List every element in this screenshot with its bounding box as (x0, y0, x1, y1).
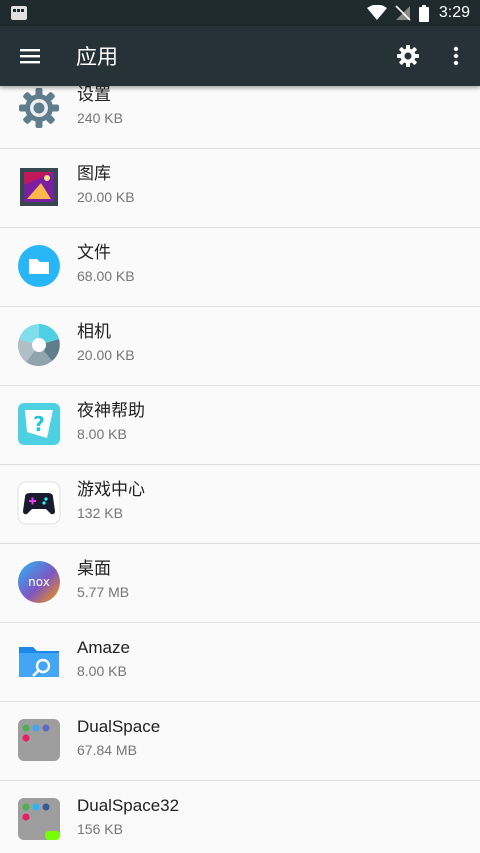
app-name: 文件 (77, 243, 111, 262)
nox-launcher-icon: nox (18, 561, 60, 603)
app-row-files[interactable]: 文件 68.00 KB (0, 228, 480, 307)
settings-button[interactable] (384, 26, 432, 86)
files-folder-icon (18, 245, 60, 287)
page-title: 应用 (76, 46, 118, 69)
gear-icon (397, 45, 419, 67)
camera-aperture-icon (17, 324, 60, 367)
more-vert-icon (453, 46, 459, 66)
app-row-dualspace32[interactable]: DualSpace32 156 KB (0, 781, 480, 853)
menu-button[interactable] (0, 26, 60, 86)
app-size: 67.84 MB (77, 742, 137, 758)
gallery-icon (20, 168, 58, 206)
overflow-menu-button[interactable] (432, 26, 480, 86)
dualspace32-icon (18, 798, 60, 840)
battery-icon (418, 4, 429, 22)
app-size: 132 KB (77, 505, 123, 521)
app-size: 68.00 KB (77, 268, 135, 284)
app-size: 5.77 MB (77, 584, 130, 600)
app-size: 240 KB (77, 110, 123, 126)
svg-text:?: ? (33, 412, 45, 436)
app-size: 20.00 KB (77, 189, 135, 205)
app-row-nox-help[interactable]: ? 夜神帮助 8.00 KB (0, 386, 480, 465)
app-row-dualspace[interactable]: DualSpace 67.84 MB (0, 702, 480, 781)
app-size: 8.00 KB (77, 426, 127, 442)
app-name: 夜神帮助 (77, 401, 145, 420)
app-size: 156 KB (77, 821, 123, 837)
notification-app-icon (11, 6, 27, 20)
gamepad-icon (17, 481, 61, 525)
app-name: 相机 (77, 322, 111, 341)
help-question-icon: ? (18, 403, 60, 445)
status-bar: 3:29 (0, 0, 480, 26)
svg-text:nox: nox (28, 575, 50, 589)
app-name: Amaze (77, 638, 130, 657)
status-time: 3:29 (438, 4, 470, 21)
hamburger-menu-icon (20, 49, 40, 64)
app-row-gallery[interactable]: 图库 20.00 KB (0, 149, 480, 228)
app-name: DualSpace (77, 717, 161, 736)
app-list[interactable]: 设置 240 KB 图库 20.00 KB 文件 68.00 KB 相机 20.… (0, 86, 480, 853)
app-row-settings[interactable]: 设置 240 KB (0, 86, 480, 149)
app-name: 设置 (77, 86, 111, 104)
app-name: DualSpace32 (77, 796, 180, 815)
app-name: 游戏中心 (77, 480, 145, 499)
dualspace-icon (18, 719, 60, 761)
wifi-icon (366, 5, 387, 20)
app-size: 8.00 KB (77, 663, 127, 679)
settings-gear-icon (19, 88, 59, 128)
app-name: 图库 (77, 164, 111, 183)
app-row-game-center[interactable]: 游戏中心 132 KB (0, 465, 480, 544)
app-row-camera[interactable]: 相机 20.00 KB (0, 307, 480, 386)
no-signal-icon (395, 5, 411, 21)
app-size: 20.00 KB (77, 347, 135, 363)
app-name: 桌面 (77, 559, 111, 578)
app-row-amaze[interactable]: Amaze 8.00 KB (0, 623, 480, 702)
app-row-launcher[interactable]: nox 桌面 5.77 MB (0, 544, 480, 623)
app-bar: 应用 (0, 26, 480, 86)
amaze-folder-search-icon (19, 647, 59, 677)
